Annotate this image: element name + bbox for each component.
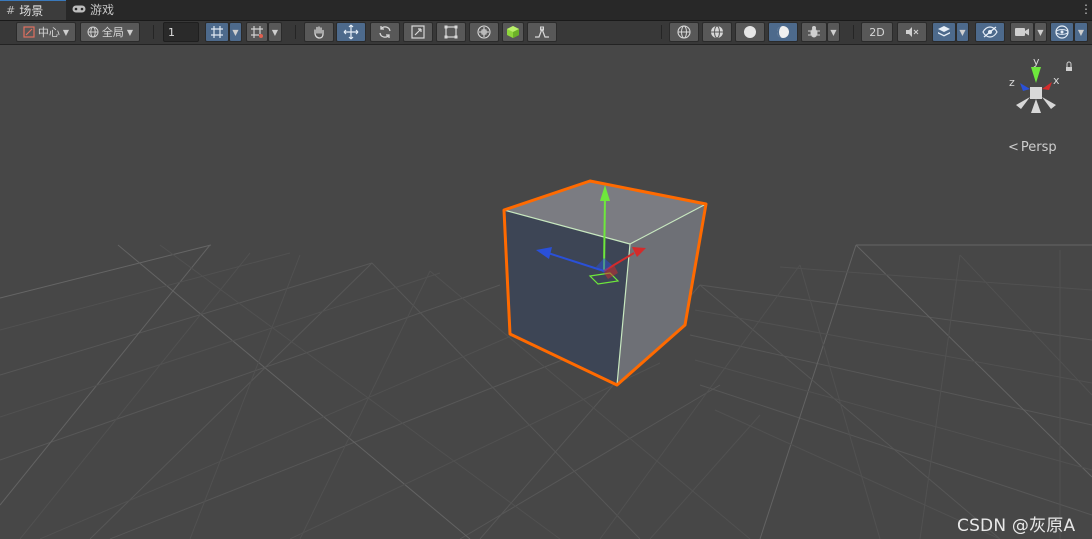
gamepad-icon xyxy=(72,0,86,20)
bug-icon xyxy=(807,25,821,39)
layers-effects-icon xyxy=(937,25,951,39)
unlit-sphere-icon xyxy=(776,25,790,39)
view-tool-button[interactable] xyxy=(304,22,334,42)
gizmos-globe-icon xyxy=(1055,25,1069,39)
gizmo-cone-neg-z[interactable] xyxy=(1042,97,1056,109)
pivot-mode-dropdown[interactable]: 中心 ▼ xyxy=(16,22,76,42)
projection-toggle[interactable]: < Persp xyxy=(1008,140,1057,155)
toolbar-divider xyxy=(661,25,662,39)
grid-snap-icon xyxy=(210,25,224,39)
gizmo-cone-neg-y[interactable] xyxy=(1031,99,1041,113)
solid-sphere-icon xyxy=(743,25,757,39)
increment-snapping-button[interactable] xyxy=(246,22,268,42)
transform-gizmo-icon xyxy=(476,24,492,40)
eye-slash-icon xyxy=(982,26,998,38)
more-options-icon[interactable]: ⋮ xyxy=(1080,2,1092,16)
custom-tool-button[interactable] xyxy=(502,22,524,42)
chevron-down-icon: ▼ xyxy=(62,27,70,37)
lock-icon[interactable] xyxy=(1066,61,1072,67)
increment-snap-icon xyxy=(250,25,264,39)
scale-tool-button[interactable] xyxy=(403,22,433,42)
grid-snapping-button[interactable] xyxy=(205,22,229,42)
wireframe-shading-button[interactable] xyxy=(669,22,699,42)
rect-tool-button[interactable] xyxy=(436,22,466,42)
edit-collider-icon xyxy=(534,25,550,39)
orientation-gizmo[interactable]: y x z xyxy=(996,57,1076,127)
gizmos-button[interactable] xyxy=(1050,22,1074,42)
chevron-down-icon: ▼ xyxy=(271,27,279,37)
gizmo-label-y: y xyxy=(1033,57,1040,68)
space-mode-label: 全局 xyxy=(101,26,124,39)
hand-icon xyxy=(312,25,326,39)
chevron-down-icon: ▼ xyxy=(1037,27,1044,37)
watermark: CSDN @灰原A xyxy=(957,516,1076,536)
gizmo-label-x: x xyxy=(1053,74,1060,87)
tab-bar: # 场景 游戏 ⋮ xyxy=(0,0,1092,21)
toolbar-divider xyxy=(295,25,296,39)
rotate-tool-button[interactable] xyxy=(370,22,400,42)
globe-icon xyxy=(87,26,99,38)
component-tool-button[interactable] xyxy=(527,22,557,42)
chevron-down-icon: ▼ xyxy=(830,27,837,37)
grid-icon: # xyxy=(6,3,16,17)
shaded-wireframe-button[interactable] xyxy=(702,22,732,42)
pivot-icon xyxy=(23,26,35,38)
grid-increment-input[interactable] xyxy=(163,22,199,42)
effects-dropdown[interactable]: ▼ xyxy=(956,22,969,42)
scene-viewport[interactable]: y x z < Persp CSDN @灰原A xyxy=(0,45,1092,539)
shaded-wireframe-sphere-icon xyxy=(710,25,724,39)
chevron-down-icon: ▼ xyxy=(126,27,134,37)
audio-toggle-button[interactable] xyxy=(897,22,927,42)
debug-draw-mode-button[interactable] xyxy=(801,22,827,42)
gizmo-cone-z[interactable] xyxy=(1020,83,1030,91)
wireframe-sphere-icon xyxy=(677,25,691,39)
chevron-left-icon: < xyxy=(1008,140,1019,155)
tab-scene-label: 场景 xyxy=(19,3,44,18)
gizmo-cone-y[interactable] xyxy=(1031,67,1041,83)
audio-mute-icon xyxy=(905,25,919,39)
tab-game[interactable]: 游戏 xyxy=(66,0,126,20)
scene-canvas xyxy=(0,179,1092,539)
gizmos-dropdown[interactable]: ▼ xyxy=(1074,22,1088,42)
gizmo-center-cube[interactable] xyxy=(1030,87,1042,99)
increment-snapping-dropdown[interactable]: ▼ xyxy=(268,22,282,42)
toolbar-divider xyxy=(853,25,854,39)
scene-toolbar: 中心 ▼ 全局 ▼ ▼ ▼ xyxy=(0,21,1092,45)
scene-visibility-button[interactable] xyxy=(975,22,1005,42)
debug-draw-mode-dropdown[interactable]: ▼ xyxy=(827,22,840,42)
rect-transform-icon xyxy=(444,25,458,39)
chevron-down-icon: ▼ xyxy=(1077,27,1085,37)
gizmo-label-z: z xyxy=(1009,76,1015,89)
space-mode-dropdown[interactable]: 全局 ▼ xyxy=(80,22,140,42)
effects-toggle-button[interactable] xyxy=(932,22,956,42)
projection-label: Persp xyxy=(1020,140,1057,155)
gizmo-cone-x[interactable] xyxy=(1042,82,1052,90)
green-cube-icon xyxy=(506,25,520,39)
toggle-2d-button[interactable]: 2D xyxy=(861,22,893,42)
camera-icon xyxy=(1014,26,1030,38)
gizmo-cone-neg-x[interactable] xyxy=(1016,97,1030,109)
shaded-button[interactable] xyxy=(735,22,765,42)
chevron-down-icon: ▼ xyxy=(232,27,239,37)
pivot-mode-label: 中心 xyxy=(37,26,60,39)
unlit-shading-button[interactable] xyxy=(768,22,798,42)
scale-icon xyxy=(411,25,425,39)
tab-scene[interactable]: # 场景 xyxy=(0,0,66,20)
rotate-icon xyxy=(377,24,393,40)
toolbar-divider xyxy=(153,25,154,39)
grid-snapping-dropdown[interactable]: ▼ xyxy=(229,22,242,42)
move-tool-button[interactable] xyxy=(336,22,366,42)
move-arrows-icon xyxy=(343,24,359,40)
transform-tool-button[interactable] xyxy=(469,22,499,42)
toggle-2d-label: 2D xyxy=(869,25,885,39)
chevron-down-icon: ▼ xyxy=(959,27,966,37)
tab-game-label: 游戏 xyxy=(90,3,115,17)
scene-camera-button[interactable] xyxy=(1010,22,1034,42)
scene-camera-dropdown[interactable]: ▼ xyxy=(1034,22,1047,42)
